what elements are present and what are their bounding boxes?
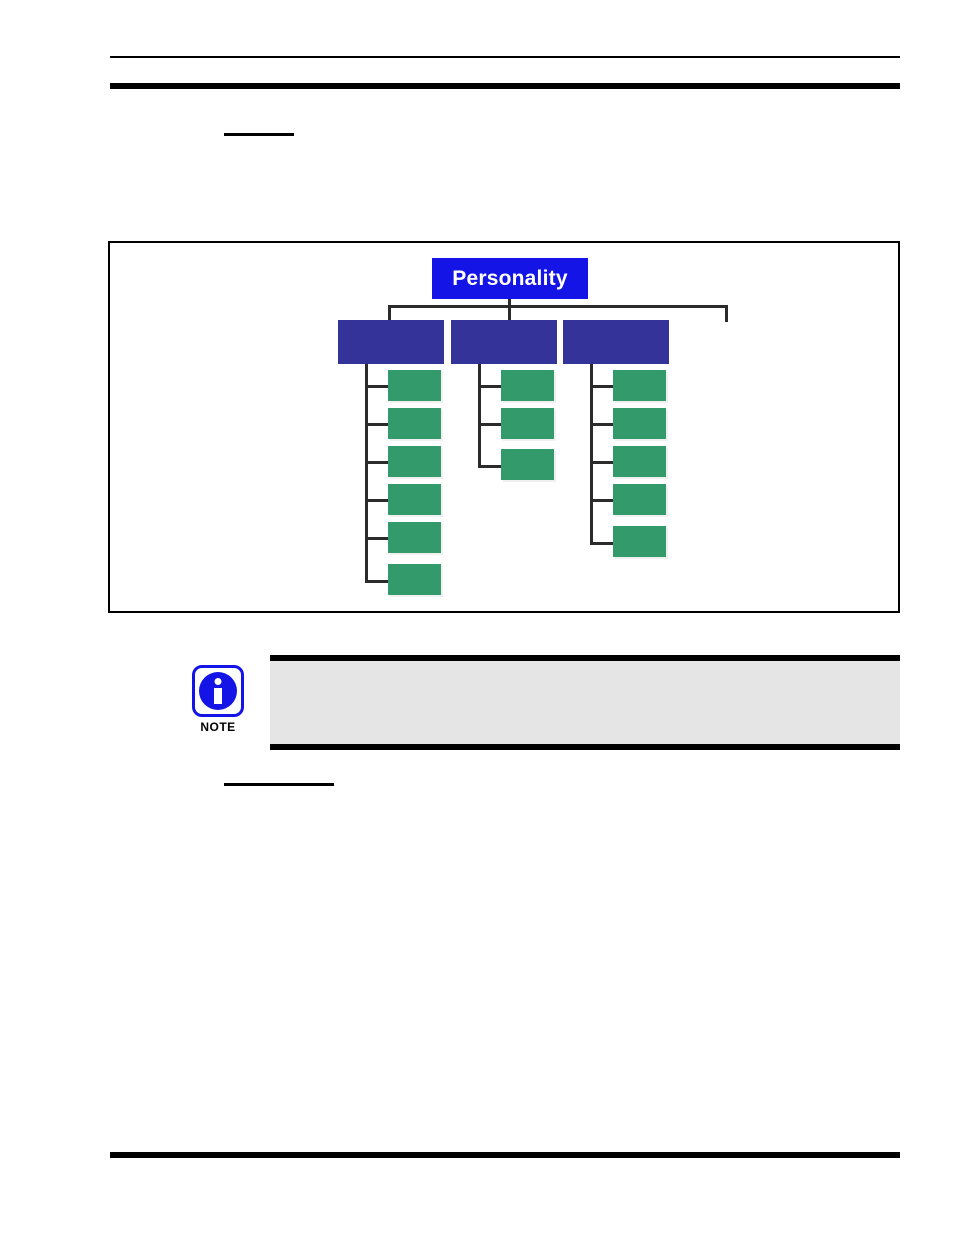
header-thin-rule bbox=[110, 56, 900, 58]
tree-node-leaf bbox=[388, 370, 441, 401]
note-icon-group: NOTE bbox=[186, 665, 250, 743]
tree-node-leaf bbox=[388, 408, 441, 439]
body-paragraph-2 bbox=[224, 800, 884, 1120]
tree-node-leaf bbox=[388, 522, 441, 553]
tree-node-branch-3 bbox=[563, 320, 669, 364]
connector-spine-3 bbox=[590, 364, 593, 545]
info-icon-stem bbox=[214, 688, 222, 704]
figure-frame: Personality bbox=[108, 241, 900, 613]
tree-node-leaf bbox=[501, 408, 554, 439]
document-page: Personality NOTE bbox=[0, 0, 954, 1235]
tree-node-leaf bbox=[501, 449, 554, 480]
connector-spine-2 bbox=[478, 364, 481, 468]
note-block: NOTE bbox=[186, 655, 900, 755]
note-icon-label: NOTE bbox=[200, 720, 236, 734]
tree-node-leaf bbox=[501, 370, 554, 401]
connector-branch-drop-3 bbox=[725, 305, 728, 322]
note-callout-box bbox=[270, 655, 900, 750]
body-paragraph-1 bbox=[224, 160, 884, 220]
figure-caption bbox=[108, 620, 900, 638]
connector-root-bus bbox=[388, 305, 728, 308]
info-icon-dot bbox=[214, 678, 222, 685]
tree-node-root: Personality bbox=[432, 258, 588, 299]
tree-node-branch-2 bbox=[451, 320, 557, 364]
tree-node-leaf bbox=[613, 526, 666, 557]
tree-node-branch-1 bbox=[338, 320, 444, 364]
section-heading-2 bbox=[224, 768, 334, 786]
tree-node-leaf bbox=[613, 370, 666, 401]
connector-spine-1 bbox=[365, 364, 368, 583]
tree-node-leaf bbox=[613, 408, 666, 439]
tree-node-leaf bbox=[388, 446, 441, 477]
section-heading-1 bbox=[224, 118, 294, 136]
page-header-text bbox=[110, 36, 900, 54]
footer-thick-rule bbox=[110, 1152, 900, 1158]
tree-node-leaf bbox=[613, 484, 666, 515]
header-thick-rule bbox=[110, 83, 900, 89]
tree-diagram: Personality bbox=[110, 243, 898, 611]
tree-node-leaf bbox=[388, 484, 441, 515]
info-icon bbox=[192, 665, 244, 717]
info-icon-circle bbox=[199, 672, 237, 710]
tree-node-leaf bbox=[388, 564, 441, 595]
tree-node-leaf bbox=[613, 446, 666, 477]
